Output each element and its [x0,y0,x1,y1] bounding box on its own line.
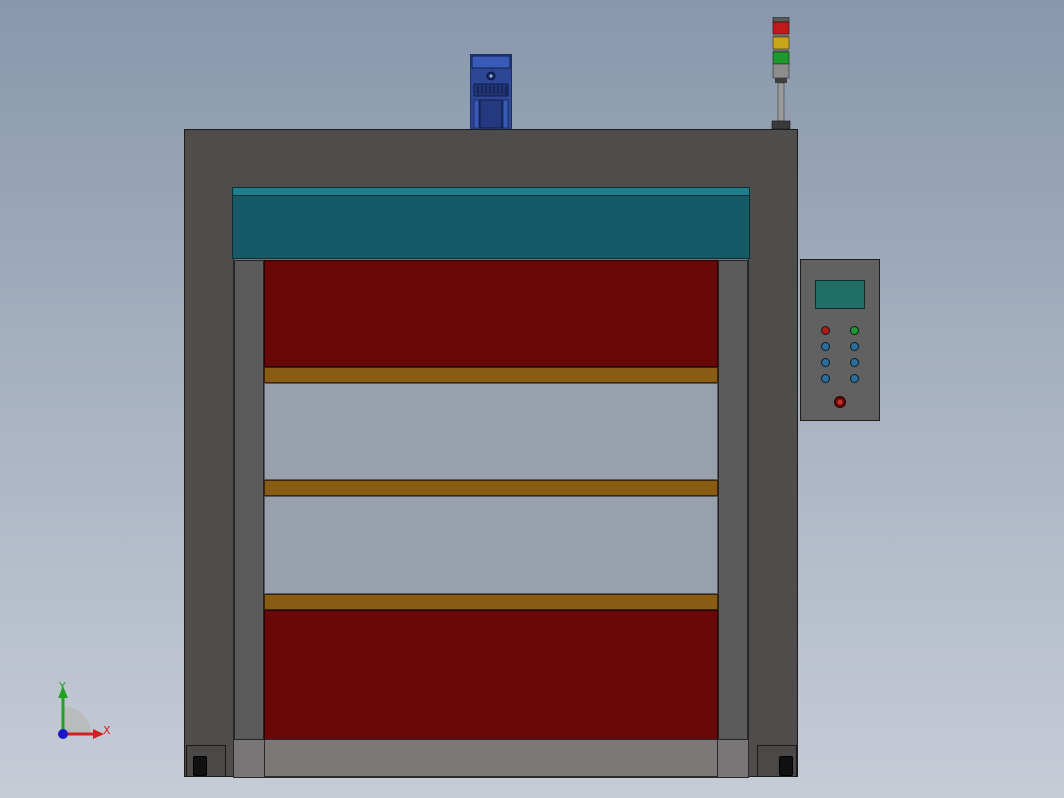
emergency-stop-button[interactable] [834,396,846,408]
curtain-panel-top [264,260,718,367]
start-button[interactable] [821,326,830,335]
coordinate-triad-icon: Y X [58,680,111,739]
control-button-6[interactable] [850,374,859,383]
control-display [815,280,865,309]
signal-tower-icon [771,17,791,129]
window-panel-2 [264,496,718,594]
window-panel-1 [264,383,718,480]
x-axis-label: X [103,724,111,737]
door-sill [264,739,718,777]
y-axis-label: Y [58,680,66,693]
control-button-4[interactable] [850,358,859,367]
control-button-2[interactable] [850,342,859,351]
wind-bar-1 [264,367,718,383]
stop-button[interactable] [850,326,859,335]
roller-housing [232,187,750,259]
drive-motor-icon [470,54,512,130]
control-button-5[interactable] [821,374,830,383]
control-button-1[interactable] [821,342,830,351]
left-caster-icon [193,756,207,776]
wind-bar-3 [264,594,718,610]
wind-bar-2 [264,480,718,496]
roller-housing-lip [233,188,749,196]
control-button-3[interactable] [821,358,830,367]
curtain-panel-bottom [264,610,718,740]
left-guide-rail [234,260,264,740]
right-caster-icon [779,756,793,776]
right-guide-rail [718,260,748,740]
